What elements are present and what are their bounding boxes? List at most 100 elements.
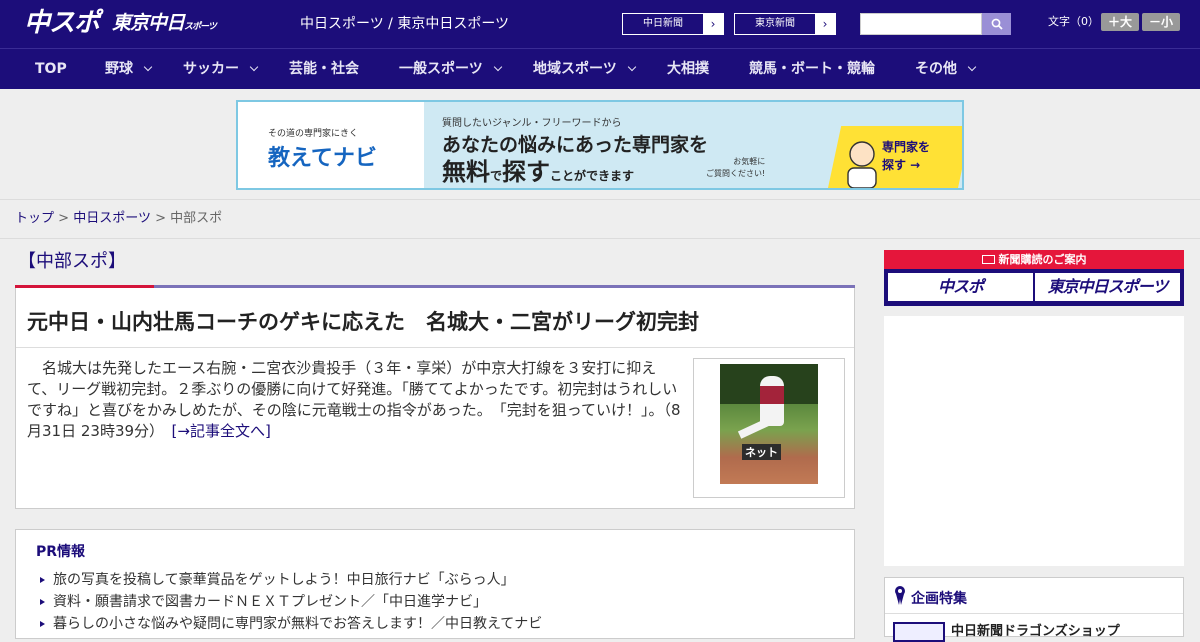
font-bigger-button[interactable]: ＋大 <box>1101 13 1139 31</box>
subscribe-chuspo-button[interactable]: 中スポ <box>888 273 1033 301</box>
main-nav: TOP 野球 サッカー 芸能・社会 一般スポーツ 地域スポーツ 大相撲 競馬・ボート・競輪 その… <box>0 48 1200 89</box>
feature-box: 企画特集 中日新聞ドラゴンズショップ <box>884 577 1184 642</box>
nav-item-label: その他 <box>915 61 957 77</box>
nav-item[interactable]: 一般スポーツ <box>399 49 502 90</box>
chevron-down-icon <box>249 62 259 72</box>
nav-item-label: 野球 <box>105 61 133 77</box>
tokyo-chunichi-logo-text: 東京中日 <box>112 12 185 34</box>
search-button[interactable] <box>982 13 1011 35</box>
top-header-bar: 中スポ 東京中日スポーツ 中日スポーツ / 東京中日スポーツ 中日新聞 › 東京… <box>0 0 1200 48</box>
pr-item-text: 資料・願書請求で図書カードＮＥＸＴプレゼント／「中日進学ナビ」 <box>53 594 487 610</box>
chevron-down-icon <box>493 62 502 72</box>
tokyo-shimbun-label: 東京新聞 <box>735 14 815 34</box>
breadcrumb-top-link[interactable]: トップ <box>15 211 54 226</box>
breadcrumb-current: 中部スポ <box>170 211 223 226</box>
banner-cta-panel: 専門家を 探す → <box>824 102 962 188</box>
banner-line3-search: 探す <box>502 158 551 186</box>
article-divider <box>16 347 854 348</box>
subscribe-tokyo-chunichi-button[interactable]: 東京中日スポーツ <box>1035 273 1180 301</box>
breadcrumb: トップ > 中日スポーツ > 中部スポ <box>15 211 222 227</box>
nav-item-label: 地域スポーツ <box>533 61 617 77</box>
article-card: 元中日・山内壮馬コーチのゲキに応えた 名城大・二宮がリーグ初完封 名城大は先発し… <box>15 288 855 509</box>
banner-copy-panel: 質問したいジャンル・フリーワードから あなたの悩みにあった専門家を 無料で探すこ… <box>424 102 824 188</box>
font-size-label: 文字（0） <box>1048 15 1099 28</box>
nav-item[interactable]: 競馬・ボート・競輪 <box>749 49 875 90</box>
banner-brand-sub: その道の専門家にきく <box>268 129 359 139</box>
breadcrumb-divider <box>0 238 1200 239</box>
subscription-head: 新聞購読のご案内 <box>884 250 1184 269</box>
article-title[interactable]: 元中日・山内壮馬コーチのゲキに応えた 名城大・二宮がリーグ初完封 <box>27 308 699 336</box>
chevron-down-icon <box>967 62 977 72</box>
subscription-head-text: 新聞購読のご案内 <box>998 253 1087 266</box>
pr-item[interactable]: 暮らしの小さな悩みや疑問に専門家が無料でお答えします！／中日教えてナビ <box>40 615 542 633</box>
ribbon-icon <box>895 586 905 605</box>
photo-net-label: ネット <box>742 444 781 460</box>
feature-title: 企画特集 <box>911 591 967 607</box>
chuspo-logo[interactable]: 中スポ <box>24 8 100 40</box>
breadcrumb-separator: > <box>58 211 70 226</box>
nav-item-label: 競馬・ボート・競輪 <box>749 61 875 77</box>
nav-item[interactable]: 芸能・社会 <box>289 49 359 90</box>
nav-item-label: 大相撲 <box>667 61 709 77</box>
pr-title: PR情報 <box>36 544 86 560</box>
tokyo-chunichi-logo[interactable]: 東京中日スポーツ <box>112 8 217 40</box>
sidebar-ad-slot <box>884 316 1184 566</box>
breadcrumb-separator: > <box>155 211 166 226</box>
nav-item-label: 芸能・社会 <box>289 61 359 77</box>
banner-cta-text: 専門家を 探す → <box>882 140 931 172</box>
font-smaller-button[interactable]: －小 <box>1142 13 1180 31</box>
newspaper-icon <box>981 255 995 264</box>
read-more-link[interactable]: [→記事全文へ] <box>172 422 271 440</box>
person-illustration-icon <box>847 141 877 188</box>
tokyo-shimbun-button[interactable]: 東京新聞 › <box>734 13 836 35</box>
ad-banner-area: その道の専門家にきく 教えてナビ 質問したいジャンル・フリーワードから あなたの… <box>0 89 1200 200</box>
chunichi-shimbun-label: 中日新聞 <box>623 14 703 34</box>
nav-item[interactable]: TOP <box>35 49 67 90</box>
nav-item-label: 一般スポーツ <box>399 61 483 77</box>
nav-item[interactable]: その他 <box>915 49 977 90</box>
feature-divider <box>885 613 1183 614</box>
nav-item[interactable]: 大相撲 <box>667 49 709 90</box>
dragons-shop-thumbnail[interactable] <box>893 622 945 642</box>
pr-item-text: 旅の写真を投稿して豪華賞品をゲットしよう！中日旅行ナビ「ぶらっ人」 <box>53 572 515 588</box>
search-icon <box>991 18 1003 30</box>
pr-item[interactable]: 資料・願書請求で図書カードＮＥＸＴプレゼント／「中日進学ナビ」 <box>40 593 487 611</box>
article-body: 名城大は先発したエース右腕・二宮衣沙貴投手（３年・享栄）が中京大打線を３安打に抑… <box>27 358 683 442</box>
nav-item[interactable]: 地域スポーツ <box>533 49 636 90</box>
article-body-text: 名城大は先発したエース右腕・二宮衣沙貴投手（３年・享栄）が中京大打線を３安打に抑… <box>27 359 681 440</box>
chevron-right-icon: › <box>815 14 835 34</box>
chunichi-shimbun-button[interactable]: 中日新聞 › <box>622 13 724 35</box>
banner-line1: 質問したいジャンル・フリーワードから <box>442 118 622 129</box>
article-photo[interactable]: ネット <box>693 358 845 498</box>
nav-item-label: サッカー <box>183 61 239 77</box>
subscription-box: 新聞購読のご案内 中スポ 東京中日スポーツ <box>884 250 1184 306</box>
site-links[interactable]: 中日スポーツ / 東京中日スポーツ <box>300 15 509 33</box>
chevron-down-icon <box>627 62 636 72</box>
banner-small-text: お気軽に ご質問ください! <box>706 157 766 178</box>
banner-brand-name: 教えてナビ <box>268 146 377 171</box>
breadcrumb-section-link[interactable]: 中日スポーツ <box>73 211 151 226</box>
nav-item-label: TOP <box>35 61 67 77</box>
banner-line3-free: 無料 <box>442 158 490 186</box>
banner-brand-panel: その道の専門家にきく 教えてナビ <box>238 102 424 188</box>
nav-item[interactable]: 野球 <box>105 49 153 90</box>
banner-line3: 無料で探すことができます <box>442 152 634 187</box>
pr-info-box: PR情報 旅の写真を投稿して豪華賞品をゲットしよう！中日旅行ナビ「ぶらっ人」 資… <box>15 529 855 639</box>
tokyo-chunichi-logo-small: スポーツ <box>184 22 217 32</box>
pr-item[interactable]: 旅の写真を投稿して豪華賞品をゲットしよう！中日旅行ナビ「ぶらっ人」 <box>40 571 515 589</box>
triangle-bullet-icon <box>40 599 45 605</box>
banner-line3-tail: ことができます <box>550 169 635 183</box>
category-title: 【中部スポ】 <box>18 251 126 272</box>
pitcher-photo: ネット <box>720 364 818 484</box>
search-form <box>860 13 1011 35</box>
triangle-bullet-icon <box>40 621 45 627</box>
oshiete-navi-banner[interactable]: その道の専門家にきく 教えてナビ 質問したいジャンル・フリーワードから あなたの… <box>236 100 964 190</box>
nav-item[interactable]: サッカー <box>183 49 259 90</box>
photo-pitcher-leg <box>737 417 773 439</box>
search-input[interactable] <box>860 13 982 35</box>
triangle-bullet-icon <box>40 577 45 583</box>
chevron-right-icon: › <box>703 14 723 34</box>
chevron-down-icon <box>143 62 153 72</box>
photo-pitcher-jersey <box>760 386 784 404</box>
banner-line3-de: で <box>490 169 503 183</box>
